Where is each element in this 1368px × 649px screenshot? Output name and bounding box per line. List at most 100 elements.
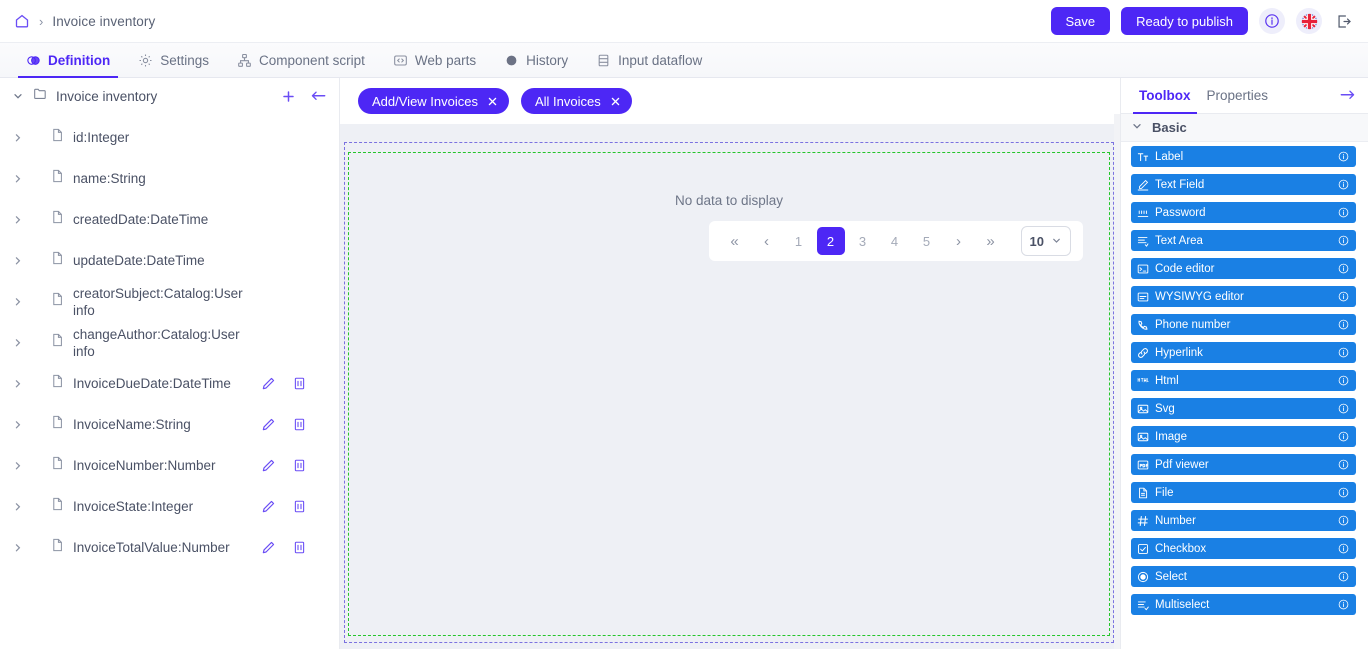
pagination-prev[interactable]: ‹ bbox=[753, 227, 781, 255]
chevron-right-icon[interactable] bbox=[10, 458, 26, 474]
toolbox-item[interactable]: Label bbox=[1131, 146, 1356, 167]
toolbox-item[interactable]: Text Area bbox=[1131, 230, 1356, 251]
toolbox-item[interactable]: Svg bbox=[1131, 398, 1356, 419]
info-circle-icon[interactable] bbox=[1338, 151, 1349, 162]
chevron-right-icon[interactable] bbox=[10, 253, 26, 269]
chevron-right-icon[interactable] bbox=[10, 171, 26, 187]
info-circle-icon[interactable] bbox=[1338, 347, 1349, 358]
tab-toolbox[interactable]: Toolbox bbox=[1131, 78, 1199, 113]
collapse-sidebar-button[interactable] bbox=[310, 89, 327, 104]
chevron-right-icon[interactable] bbox=[10, 376, 26, 392]
toolbox-item[interactable]: Multiselect bbox=[1131, 594, 1356, 615]
tree-item[interactable]: createdDate:DateTime bbox=[0, 199, 339, 240]
chevron-right-icon[interactable] bbox=[10, 335, 26, 351]
info-circle-icon[interactable] bbox=[1338, 571, 1349, 582]
tab-web-parts[interactable]: Web parts bbox=[379, 43, 490, 77]
chevron-right-icon[interactable] bbox=[10, 130, 26, 146]
tab-component-script[interactable]: Component script bbox=[223, 43, 379, 77]
save-button[interactable]: Save bbox=[1051, 7, 1111, 35]
chevron-right-icon[interactable] bbox=[10, 212, 26, 228]
pencil-icon[interactable] bbox=[261, 417, 276, 432]
toolbox-item[interactable]: Password bbox=[1131, 202, 1356, 223]
tree-item[interactable]: InvoiceName:String bbox=[0, 404, 339, 445]
info-circle-icon[interactable] bbox=[1338, 459, 1349, 470]
pencil-icon[interactable] bbox=[261, 499, 276, 514]
toolbox-item[interactable]: Hyperlink bbox=[1131, 342, 1356, 363]
info-circle-icon[interactable] bbox=[1338, 431, 1349, 442]
pagination-first[interactable]: « bbox=[721, 227, 749, 255]
info-circle-icon[interactable] bbox=[1338, 291, 1349, 302]
pagination-page[interactable]: 3 bbox=[849, 227, 877, 255]
chevron-right-icon[interactable] bbox=[10, 540, 26, 556]
tab-definition[interactable]: Definition bbox=[12, 43, 124, 77]
trash-icon[interactable] bbox=[292, 540, 307, 555]
pagination-page[interactable]: 5 bbox=[913, 227, 941, 255]
add-field-button[interactable] bbox=[281, 89, 296, 104]
toolbox-item[interactable]: WYSIWYG editor bbox=[1131, 286, 1356, 307]
tab-input-dataflow[interactable]: Input dataflow bbox=[582, 43, 716, 77]
info-circle-icon[interactable] bbox=[1338, 263, 1349, 274]
toolbox-item[interactable]: Select bbox=[1131, 566, 1356, 587]
pencil-icon[interactable] bbox=[261, 458, 276, 473]
trash-icon[interactable] bbox=[292, 376, 307, 391]
info-circle-icon[interactable] bbox=[1338, 235, 1349, 246]
info-icon[interactable] bbox=[1259, 8, 1285, 34]
tree-item[interactable]: creatorSubject:Catalog:User info bbox=[0, 281, 339, 322]
toolbox-item[interactable]: Phone number bbox=[1131, 314, 1356, 335]
chevron-right-icon[interactable] bbox=[10, 417, 26, 433]
pagination-next[interactable]: › bbox=[945, 227, 973, 255]
info-circle-icon[interactable] bbox=[1338, 599, 1349, 610]
pencil-icon[interactable] bbox=[261, 376, 276, 391]
toolbox-item[interactable]: Html bbox=[1131, 370, 1356, 391]
tree-item[interactable]: changeAuthor:Catalog:User info bbox=[0, 322, 339, 363]
logout-icon[interactable] bbox=[1333, 13, 1354, 30]
toolbox-group-basic[interactable]: Basic bbox=[1121, 114, 1368, 142]
home-icon[interactable] bbox=[14, 13, 30, 29]
info-circle-icon[interactable] bbox=[1338, 319, 1349, 330]
view-chip[interactable]: All Invoices bbox=[521, 88, 632, 114]
page-size-select[interactable]: 10 bbox=[1021, 226, 1071, 256]
tree-item[interactable]: updateDate:DateTime bbox=[0, 240, 339, 281]
toolbox-item[interactable]: Code editor bbox=[1131, 258, 1356, 279]
trash-icon[interactable] bbox=[292, 499, 307, 514]
close-icon[interactable] bbox=[610, 96, 621, 107]
info-circle-icon[interactable] bbox=[1338, 543, 1349, 554]
toolbox-item[interactable]: Text Field bbox=[1131, 174, 1356, 195]
toolbox-item[interactable]: Pdf viewer bbox=[1131, 454, 1356, 475]
close-icon[interactable] bbox=[487, 96, 498, 107]
info-circle-icon[interactable] bbox=[1338, 515, 1349, 526]
view-chip[interactable]: Add/View Invoices bbox=[358, 88, 509, 114]
toolbox-item[interactable]: Number bbox=[1131, 510, 1356, 531]
pencil-icon[interactable] bbox=[261, 540, 276, 555]
component-inner-boundary[interactable]: No data to display « ‹ 12345 › » 10 bbox=[348, 152, 1110, 636]
tab-history[interactable]: History bbox=[490, 43, 582, 77]
info-circle-icon[interactable] bbox=[1338, 207, 1349, 218]
chevron-right-icon[interactable] bbox=[10, 499, 26, 515]
trash-icon[interactable] bbox=[292, 458, 307, 473]
expand-panel-button[interactable] bbox=[1335, 88, 1360, 103]
tree-item[interactable]: InvoiceTotalValue:Number bbox=[0, 527, 339, 568]
tree-item[interactable]: InvoiceState:Integer bbox=[0, 486, 339, 527]
info-circle-icon[interactable] bbox=[1338, 487, 1349, 498]
tree-item[interactable]: id:Integer bbox=[0, 117, 339, 158]
info-circle-icon[interactable] bbox=[1338, 375, 1349, 386]
tree-item[interactable]: name:String bbox=[0, 158, 339, 199]
pagination-page[interactable]: 1 bbox=[785, 227, 813, 255]
tree-item[interactable]: InvoiceNumber:Number bbox=[0, 445, 339, 486]
toolbox-item[interactable]: Image bbox=[1131, 426, 1356, 447]
ready-to-publish-button[interactable]: Ready to publish bbox=[1121, 7, 1248, 35]
toolbox-item[interactable]: File bbox=[1131, 482, 1356, 503]
pagination-last[interactable]: » bbox=[977, 227, 1005, 255]
panel-scrollbar[interactable] bbox=[1114, 114, 1120, 649]
tab-properties[interactable]: Properties bbox=[1199, 78, 1277, 113]
pagination-page[interactable]: 4 bbox=[881, 227, 909, 255]
chevron-down-icon[interactable] bbox=[10, 88, 26, 104]
tree-item[interactable]: InvoiceDueDate:DateTime bbox=[0, 363, 339, 404]
uk-flag-icon[interactable] bbox=[1296, 8, 1322, 34]
pagination-page[interactable]: 2 bbox=[817, 227, 845, 255]
chevron-right-icon[interactable] bbox=[10, 294, 26, 310]
info-circle-icon[interactable] bbox=[1338, 403, 1349, 414]
tab-settings[interactable]: Settings bbox=[124, 43, 223, 77]
toolbox-item[interactable]: Checkbox bbox=[1131, 538, 1356, 559]
sidebar-root-row[interactable]: Invoice inventory bbox=[0, 78, 339, 114]
